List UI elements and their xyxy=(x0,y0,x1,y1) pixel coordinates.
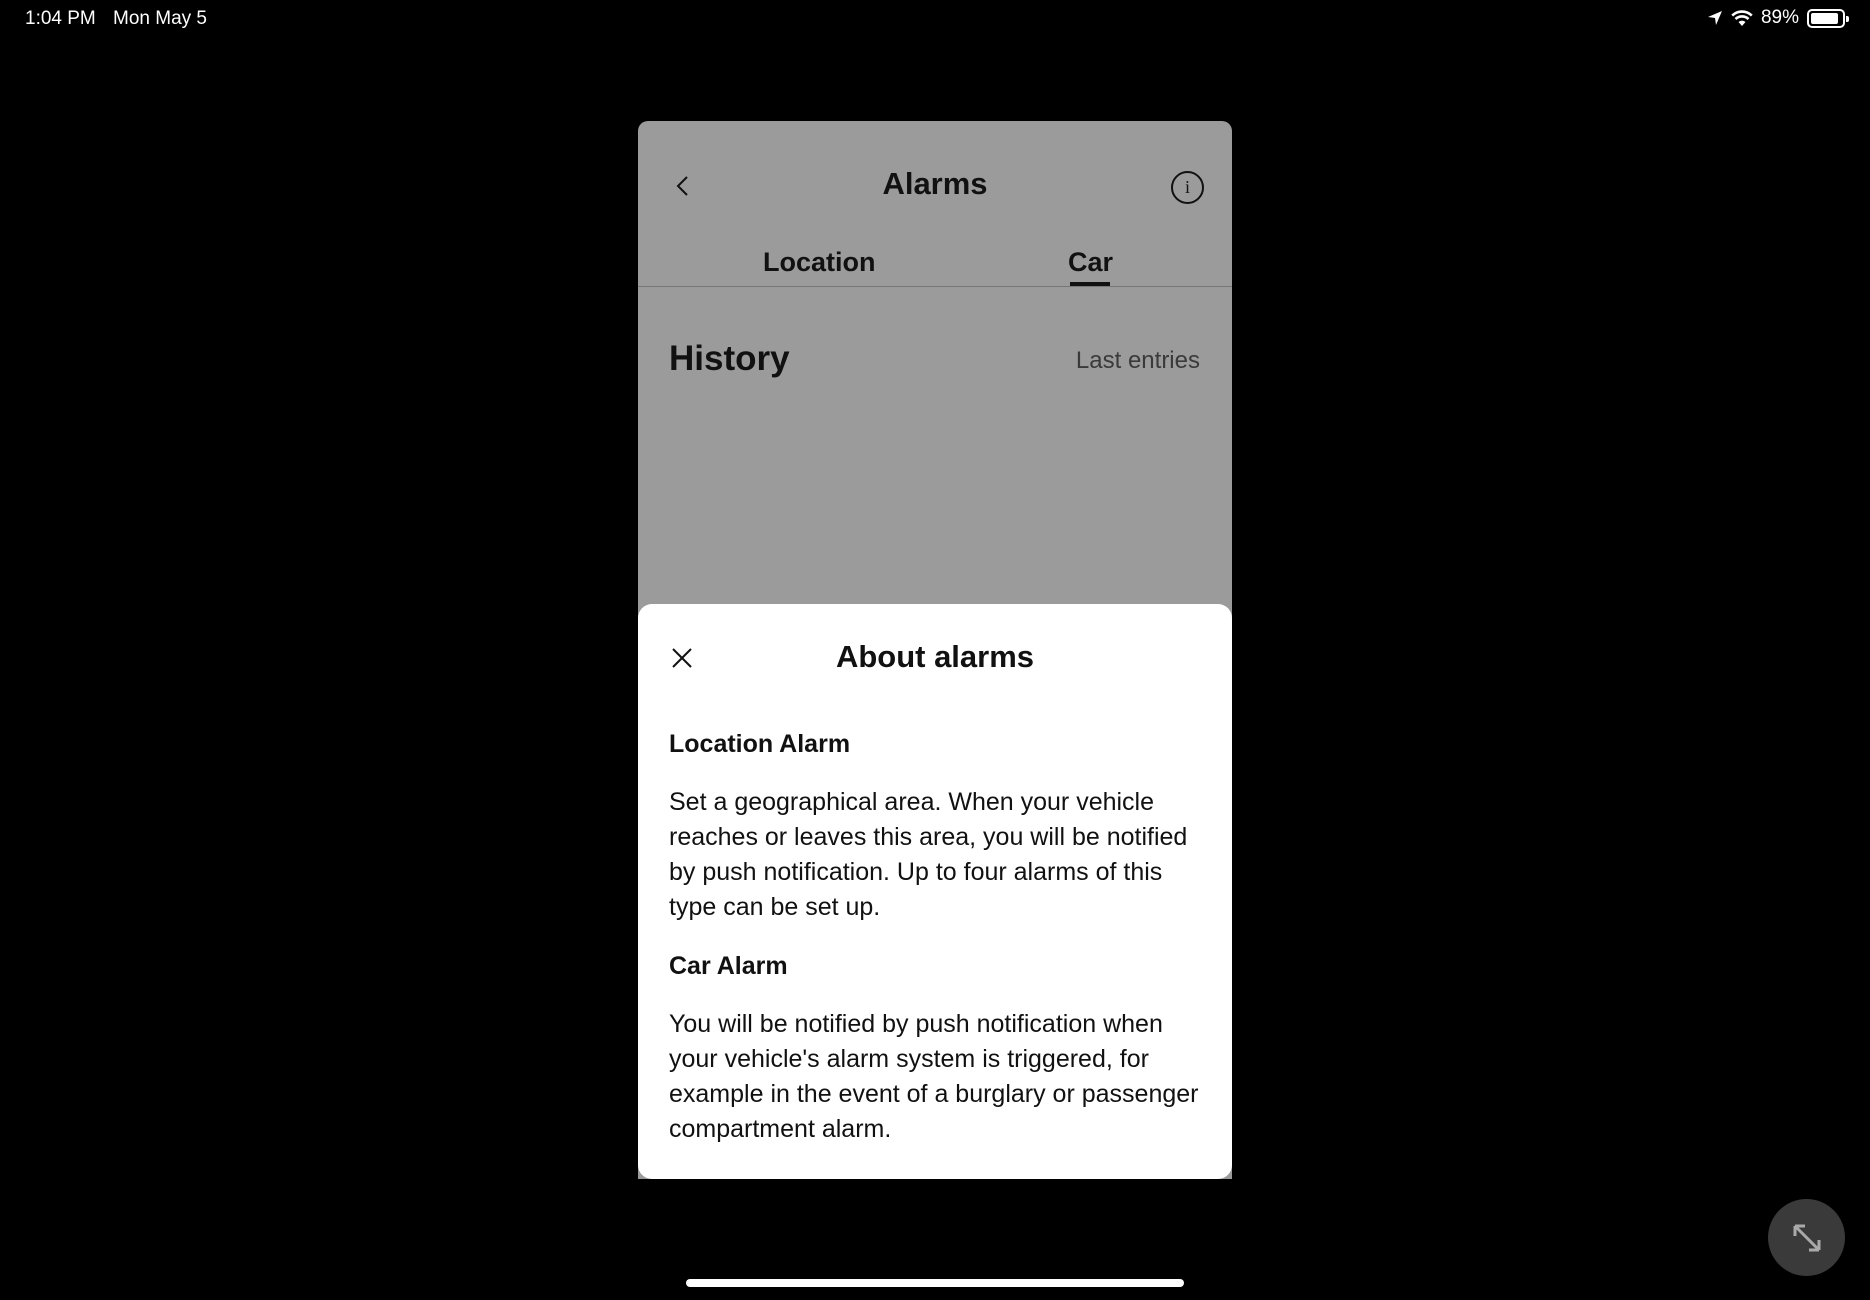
section-heading: Location Alarm xyxy=(669,730,851,758)
tab-car[interactable]: Car xyxy=(1068,247,1113,278)
location-alarm-section: Location Alarm Set a geographical area. … xyxy=(669,730,1209,925)
info-button[interactable]: i xyxy=(1171,171,1204,204)
home-indicator[interactable] xyxy=(686,1279,1184,1287)
sheet-title: About alarms xyxy=(835,639,1035,674)
battery-fill xyxy=(1811,12,1838,24)
info-icon: i xyxy=(1184,177,1190,197)
car-alarm-section: Car Alarm You will be notified by push n… xyxy=(669,952,1209,1147)
section-heading: Car Alarm xyxy=(669,952,788,980)
status-indicators: 89% xyxy=(1707,7,1849,29)
status-bar: 1:04 PM Mon May 5 89% xyxy=(0,0,1870,40)
battery-nub xyxy=(1846,15,1849,22)
status-time: 1:04 PM xyxy=(25,8,96,29)
battery-icon xyxy=(1807,8,1849,28)
location-arrow-icon xyxy=(1707,11,1722,25)
expand-button[interactable] xyxy=(1768,1199,1845,1276)
tab-location[interactable]: Location xyxy=(763,247,876,278)
section-body: Set a geographical area. When your vehic… xyxy=(669,788,1188,921)
status-date: Mon May 5 xyxy=(113,8,207,29)
tab-bar: Location Car xyxy=(638,233,1232,287)
tab-selected-indicator xyxy=(1070,282,1110,286)
history-subtitle: Last entries xyxy=(1075,347,1200,374)
history-heading: History xyxy=(669,339,790,378)
expand-arrows-icon xyxy=(1793,1224,1820,1251)
wifi-icon xyxy=(1731,9,1753,26)
battery-percent: 89% xyxy=(1760,7,1799,28)
section-body: You will be notified by push notificatio… xyxy=(669,1010,1199,1143)
page-title: Alarms xyxy=(882,166,988,201)
about-alarms-sheet: About alarms Location Alarm Set a geogra… xyxy=(638,604,1232,1179)
